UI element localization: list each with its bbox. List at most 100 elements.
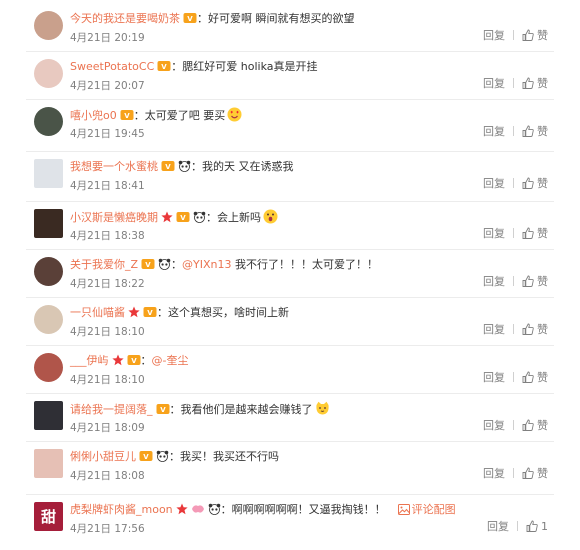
star-badge-icon [128, 306, 140, 323]
avatar[interactable] [34, 159, 63, 188]
reply-button[interactable]: 回复 [483, 29, 505, 42]
like-button[interactable]: 赞 [522, 419, 548, 432]
like-label: 赞 [537, 77, 548, 90]
action-divider [513, 178, 514, 188]
panda-badge-icon [193, 211, 206, 228]
username-link[interactable]: 一只仙喵酱 [70, 306, 125, 319]
comment-item: 俐俐小甜豆儿 V ：我买！我买还不行吗 4月21日 18:08 回复 赞 [26, 442, 554, 495]
cat-emoji [315, 401, 330, 421]
thumbs-up-icon [522, 29, 537, 42]
mention-link[interactable]: @-奎尘 [152, 354, 189, 367]
vip-badge-icon: V [120, 109, 134, 126]
surprised-emoji [263, 209, 278, 229]
action-divider [513, 468, 514, 478]
reply-button[interactable]: 回复 [483, 227, 505, 240]
comment-text: 这个真想买，啥时间上新 [168, 306, 289, 319]
heart-eyes-emoji [227, 107, 242, 127]
panda-badge-icon [208, 503, 221, 520]
svg-text:V: V [147, 309, 153, 317]
svg-text:V: V [124, 112, 130, 120]
comment-text: 好可爱啊 瞬间就有想买的欲望 [208, 12, 355, 25]
comment-item: 嘻小兜o0 V ：太可爱了吧 要买 4月21日 19:45 回复 赞 [26, 100, 554, 152]
like-button[interactable]: 赞 [522, 227, 548, 240]
avatar[interactable] [34, 107, 63, 136]
comment-item: SweetPotatoCC V ：腮红好可爱 holika真是开挂 4月21日 20:… [26, 52, 554, 100]
vip-badge-icon: V [183, 12, 197, 29]
username-link[interactable]: 小汉斯是懒癌晚期 [70, 211, 158, 224]
username-link[interactable]: 我想要一个水蜜桃 [70, 160, 158, 173]
username-link[interactable]: 嘻小兜o0 [70, 109, 117, 122]
thumbs-up-icon [522, 323, 537, 336]
like-button[interactable]: 赞 [522, 275, 548, 288]
like-button[interactable]: 赞 [522, 125, 548, 138]
avatar[interactable] [34, 449, 63, 478]
comment-text: 我买！我买还不行吗 [180, 450, 279, 463]
thumbs-up-icon [522, 125, 537, 138]
like-button[interactable]: 赞 [522, 467, 548, 480]
action-divider [513, 30, 514, 40]
comment-text: 太可爱了吧 要买 [144, 109, 226, 122]
like-button[interactable]: 赞 [522, 177, 548, 190]
like-label: 赞 [537, 323, 548, 336]
action-divider [513, 420, 514, 430]
like-label: 赞 [537, 371, 548, 384]
action-divider [517, 521, 518, 531]
vip-badge-icon: V [127, 354, 141, 371]
vip-badge-icon: V [157, 60, 171, 77]
thumbs-up-icon [522, 275, 537, 288]
reply-button[interactable]: 回复 [483, 419, 505, 432]
avatar[interactable] [34, 59, 63, 88]
avatar[interactable] [34, 305, 63, 334]
reply-button[interactable]: 回复 [483, 371, 505, 384]
reply-button[interactable]: 回复 [483, 177, 505, 190]
reply-button[interactable]: 回复 [487, 520, 509, 533]
star-badge-icon [111, 354, 124, 371]
avatar[interactable] [34, 401, 63, 430]
comment-time: 4月21日 18:09 [70, 422, 145, 434]
like-button[interactable]: 赞 [522, 323, 548, 336]
like-button[interactable]: 1 [526, 520, 548, 533]
mention-link[interactable]: @YIXn13 [182, 258, 231, 271]
reply-button[interactable]: 回复 [483, 467, 505, 480]
colon: ： [169, 450, 180, 463]
thumbs-up-icon [522, 371, 537, 384]
panda-badge-icon [178, 160, 191, 177]
avatar[interactable] [34, 209, 63, 238]
like-label: 赞 [537, 177, 548, 190]
comment-item: 甜 虎梨牌虾肉酱_moon ：啊啊啊啊啊啊！又逼我掏钱！！ 评论配图 4月21日 17:… [26, 495, 554, 550]
username-link[interactable]: SweetPotatoCC [70, 60, 154, 73]
avatar-text: 甜 [40, 508, 56, 526]
username-link[interactable]: 俐俐小甜豆儿 [70, 450, 136, 463]
action-divider [513, 78, 514, 88]
pink-badge-icon [191, 503, 205, 520]
colon: ： [171, 60, 183, 73]
avatar[interactable] [34, 11, 63, 40]
comment-time: 4月21日 18:38 [70, 230, 145, 242]
like-label: 赞 [537, 29, 548, 42]
avatar[interactable] [34, 257, 63, 286]
reply-button[interactable]: 回复 [483, 125, 505, 138]
thumbs-up-icon [522, 467, 537, 480]
comment-image-link[interactable]: 评论配图 [397, 503, 456, 516]
avatar[interactable] [34, 353, 63, 382]
svg-text:V: V [162, 63, 168, 71]
username-link[interactable]: 请给我一提阔落_ [70, 403, 153, 416]
username-link[interactable]: 虎梨牌虾肉酱_moon [70, 503, 173, 516]
username-link[interactable]: 关于我爱你_Z [70, 258, 138, 271]
vip-badge-icon: V [176, 211, 190, 228]
like-label: 赞 [537, 419, 548, 432]
reply-button[interactable]: 回复 [483, 275, 505, 288]
like-button[interactable]: 赞 [522, 371, 548, 384]
comment-item: 今天的我还是要喝奶茶 V ：好可爱啊 瞬间就有想买的欲望 4月21日 20:19 回复 赞 [26, 4, 554, 52]
like-button[interactable]: 赞 [522, 29, 548, 42]
reply-button[interactable]: 回复 [483, 77, 505, 90]
thumbs-up-icon [522, 177, 537, 190]
reply-button[interactable]: 回复 [483, 323, 505, 336]
colon: ： [171, 258, 183, 271]
username-link[interactable]: 今天的我还是要喝奶茶 [70, 12, 180, 25]
comment-item: 请给我一提阔落_ V ：我看他们是越来越会赚钱了 4月21日 18:09 回复 赞 [26, 394, 554, 442]
like-button[interactable]: 赞 [522, 77, 548, 90]
username-link[interactable]: ___伊屿 [70, 354, 109, 367]
comment-text: 我不行了！！！太可爱了！！ [235, 258, 379, 271]
avatar[interactable]: 甜 [34, 502, 63, 531]
